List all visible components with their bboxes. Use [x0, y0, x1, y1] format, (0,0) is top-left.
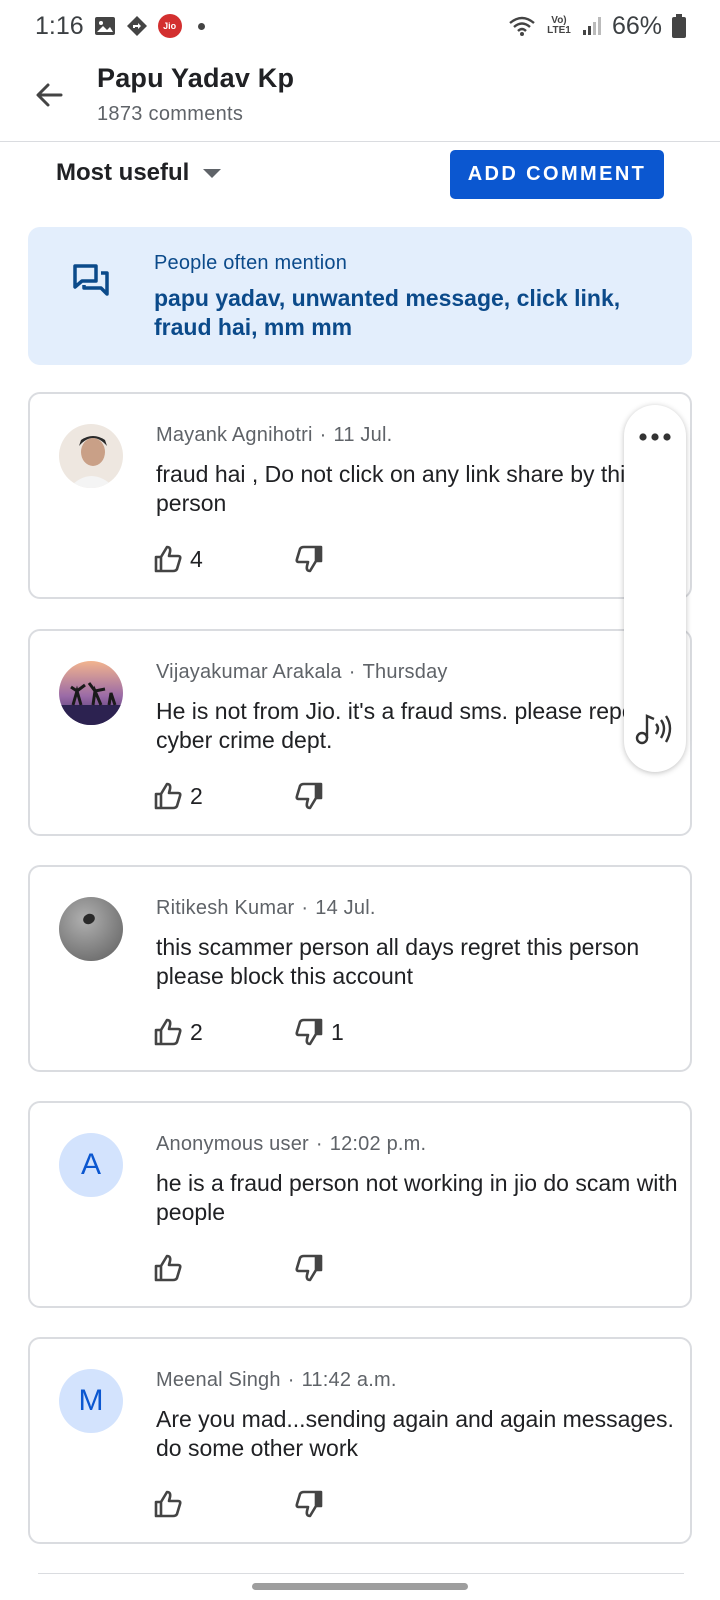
- gallery-icon: [94, 15, 116, 37]
- arrow-back-icon: [36, 83, 63, 107]
- comment-author: Vijayakumar Arakala: [156, 661, 342, 683]
- comment-author: Meenal Singh: [156, 1369, 281, 1391]
- dislike-button[interactable]: [295, 1250, 331, 1286]
- floating-panel: [624, 405, 686, 772]
- more-options-button[interactable]: [624, 419, 686, 455]
- comment-meta: Ritikesh Kumar · 14 Jul.: [156, 897, 376, 919]
- thumb-down-icon: [295, 1490, 323, 1518]
- thumb-up-icon: [154, 1490, 182, 1518]
- forum-icon: [72, 263, 110, 304]
- wifi-icon: [508, 15, 536, 37]
- thumb-down-icon: [295, 1254, 323, 1282]
- sort-label: Most useful: [56, 159, 190, 186]
- comment-author: Ritikesh Kumar: [156, 897, 295, 919]
- thumb-down-icon: [295, 782, 323, 810]
- comment-text: Are you mad...sending again and again me…: [156, 1406, 674, 1461]
- avatar: A: [59, 1133, 123, 1197]
- like-button[interactable]: [154, 1250, 190, 1286]
- signal-icon: [582, 15, 602, 37]
- comment-actions: [154, 1250, 414, 1286]
- like-button[interactable]: 4: [154, 541, 203, 577]
- thumb-up-icon: [154, 1254, 182, 1282]
- sort-dropdown[interactable]: Most useful: [56, 155, 222, 191]
- title-block: Papu Yadav Kp 1873 comments: [97, 63, 294, 126]
- comment-meta: Meenal Singh · 11:42 a.m.: [156, 1369, 397, 1391]
- avatar: M: [59, 1369, 123, 1433]
- comment-actions: [154, 1486, 414, 1522]
- comment-text: this scammer person all days regret this…: [156, 934, 640, 989]
- like-button[interactable]: 2: [154, 1014, 203, 1050]
- comment-card: Vijayakumar Arakala · Thursday He is not f…: [28, 629, 692, 836]
- comment-card: M Meenal Singh · 11:42 a.m. Are you mad...…: [28, 1337, 692, 1544]
- comment-actions: 2: [154, 778, 414, 814]
- comment-author: Mayank Agnihotri: [156, 424, 313, 446]
- battery-icon: [672, 14, 686, 38]
- mentions-keywords: papu yadav, unwanted message, click link…: [154, 285, 621, 340]
- like-button[interactable]: [154, 1486, 190, 1522]
- comment-text: He is not from Jio. it's a fraud sms. pl…: [156, 698, 675, 753]
- comment-card: A Anonymous user · 12:02 p.m. he is a frau…: [28, 1101, 692, 1308]
- comment-meta: Anonymous user · 12:02 p.m.: [156, 1133, 427, 1155]
- avatar: [59, 897, 123, 961]
- bottom-divider: [38, 1573, 684, 1574]
- home-indicator[interactable]: [252, 1583, 468, 1590]
- dislike-button[interactable]: [295, 778, 331, 814]
- comment-date: 14 Jul.: [315, 897, 376, 919]
- thumb-up-icon: [154, 1018, 182, 1046]
- more-horiz-icon: [639, 433, 671, 441]
- dislike-button[interactable]: [295, 1486, 331, 1522]
- dislike-count: 1: [331, 1018, 344, 1045]
- sound-assistant-button[interactable]: [624, 705, 686, 751]
- comment-meta: Mayank Agnihotri · 11 Jul.: [156, 424, 393, 446]
- status-right: Vo) LTE1 66%: [508, 12, 686, 41]
- status-bar: 1:16 Jio Vo) LTE1 66%: [0, 0, 720, 52]
- dislike-button[interactable]: 1: [295, 1014, 344, 1050]
- status-left: 1:16 Jio: [35, 12, 205, 41]
- chevron-down-icon: [203, 168, 222, 178]
- like-count: 2: [190, 782, 203, 809]
- comment-card: Ritikesh Kumar · 14 Jul. this scammer pers…: [28, 865, 692, 1072]
- comment-meta: Vijayakumar Arakala · Thursday: [156, 661, 448, 683]
- page-title: Papu Yadav Kp: [97, 63, 295, 93]
- comment-date: 11 Jul.: [333, 424, 393, 446]
- comment-author: Anonymous user: [156, 1133, 309, 1155]
- battery-percent: 66%: [611, 11, 662, 40]
- like-count: 2: [190, 1018, 203, 1045]
- like-count: 4: [190, 545, 203, 572]
- avatar: [59, 661, 123, 725]
- network-label: Vo) LTE1: [547, 15, 571, 36]
- comment-count: 1873 comments: [97, 103, 244, 125]
- comment-actions: 4: [154, 541, 414, 577]
- thumb-up-icon: [154, 545, 182, 573]
- avatar: [59, 424, 123, 488]
- nav-arrow-icon: [126, 15, 148, 37]
- jio-icon: Jio: [157, 14, 182, 38]
- comment-date: Thursday: [362, 661, 448, 683]
- mentions-heading: People often mention: [154, 252, 348, 274]
- comment-date: 11:42 a.m.: [301, 1369, 397, 1391]
- music-sound-icon: [635, 714, 672, 745]
- like-button[interactable]: 2: [154, 778, 203, 814]
- dislike-button[interactable]: [295, 541, 331, 577]
- comment-actions: 2 1: [154, 1014, 414, 1050]
- comment-date: 12:02 p.m.: [329, 1133, 427, 1155]
- back-button[interactable]: [26, 72, 72, 118]
- comment-card: Mayank Agnihotri · 11 Jul. fraud hai , Do …: [28, 392, 692, 599]
- mentions-summary: People often mention papu yadav, unwante…: [28, 227, 692, 365]
- thumb-down-icon: [295, 545, 323, 573]
- comment-text: he is a fraud person not working in jio …: [156, 1170, 678, 1225]
- notification-dot-icon: [197, 22, 205, 30]
- add-comment-button[interactable]: ADD COMMENT: [450, 150, 664, 199]
- status-time: 1:16: [35, 11, 84, 40]
- comment-text: fraud hai , Do not click on any link sha…: [156, 461, 637, 516]
- app-bar: Papu Yadav Kp 1873 comments: [0, 52, 720, 142]
- thumb-down-icon: [295, 1018, 323, 1046]
- thumb-up-icon: [154, 782, 182, 810]
